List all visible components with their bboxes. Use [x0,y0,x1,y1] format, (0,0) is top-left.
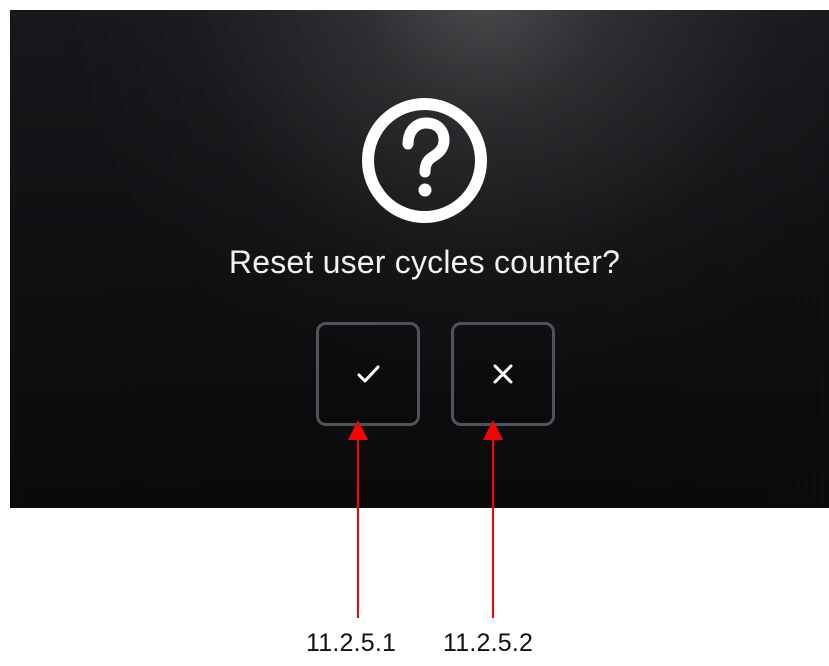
annotated-screenshot: Reset user cycles counter? 11.2.5.1 11.2… [0,0,829,666]
annotation-label-cancel: 11.2.5.2 [443,629,534,657]
annotation-label-confirm: 11.2.5.1 [306,629,397,657]
annotation-overlay [348,420,503,618]
